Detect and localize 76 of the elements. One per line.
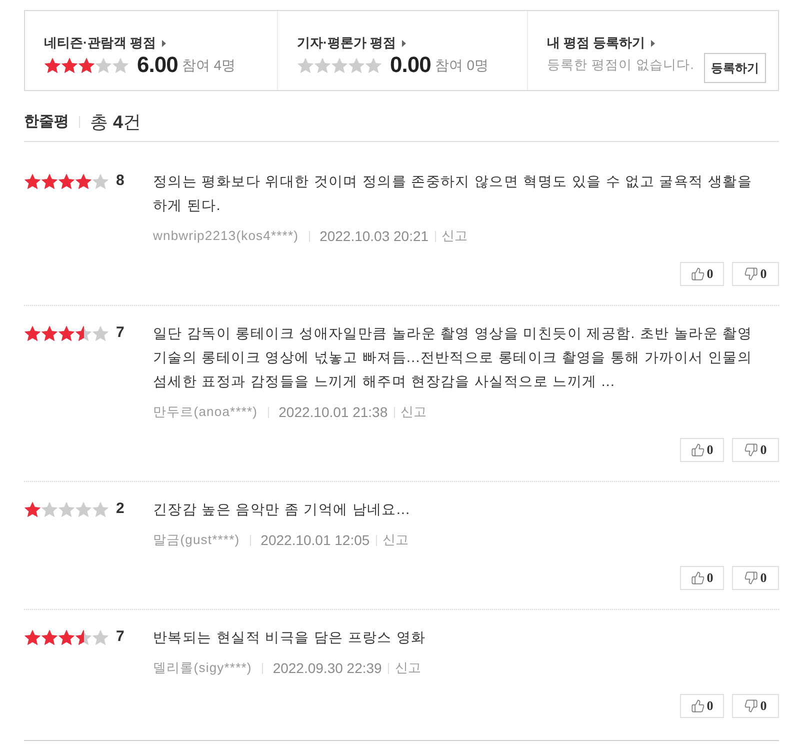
dislike-button[interactable]: 0 [732, 566, 779, 590]
review-date: 2022.09.30 22:39 [272, 658, 382, 678]
star-icon [95, 56, 112, 74]
reviewer-name: wnbwrip2213(kos4****) [153, 227, 299, 246]
review-date: 2022.10.01 21:38 [278, 402, 388, 422]
section-title[interactable]: 네티즌·관람객 평점 [44, 33, 156, 53]
rating-score: 6.00 [137, 52, 178, 78]
star-icon [92, 324, 109, 342]
like-button[interactable]: 0 [680, 694, 724, 718]
review-score: 7 [116, 626, 124, 647]
star-icon [297, 56, 314, 74]
thumbs-up-icon [690, 571, 705, 585]
star-icon [58, 500, 75, 518]
review-score: 2 [116, 498, 124, 519]
star-icon [41, 500, 58, 518]
like-button[interactable]: 0 [680, 566, 724, 590]
review-score: 7 [116, 322, 124, 343]
like-button[interactable]: 0 [680, 262, 724, 286]
star-icon [92, 172, 109, 190]
star-icon [365, 56, 382, 74]
reviewer-name: 말금(gust****) [153, 531, 240, 550]
star-icon [92, 500, 109, 518]
thumbs-up-icon [690, 443, 705, 457]
dislike-button[interactable]: 0 [732, 438, 779, 462]
star-icon [24, 628, 41, 646]
star-icon [24, 500, 41, 518]
star-icon [41, 172, 58, 190]
thumbs-down-icon [744, 267, 758, 281]
review-date: 2022.10.03 20:21 [320, 226, 429, 246]
star-icon [44, 56, 61, 74]
star-icon [348, 56, 365, 74]
caret-icon [402, 40, 406, 46]
review-text: 정의는 평화보다 위대한 것이며 정의를 존중하지 않으면 혁명도 있을 수 없고 굴욕적 생활을 하게 된다. [153, 172, 753, 215]
section-title[interactable]: 기자·평론가 평점 [297, 33, 396, 53]
star-icon [24, 324, 41, 342]
star-icon [24, 172, 41, 190]
caret-icon [651, 40, 656, 46]
section-heading: 한줄평 [24, 112, 69, 132]
star-icon [41, 324, 58, 342]
reviewer-name: 만두르(anoa****) [153, 403, 258, 422]
star-icon [75, 172, 92, 190]
review-text: 반복되는 현실적 비극을 담은 프랑스 영화 [153, 628, 427, 647]
dislike-button[interactable]: 0 [732, 262, 779, 286]
star-icon [58, 324, 75, 342]
star-icon [61, 56, 78, 74]
star-icon [92, 628, 109, 646]
star-icon [314, 56, 331, 74]
thumbs-up-icon [690, 267, 705, 281]
review-text: 일단 감독이 롱테이크 성애자일만큼 놀라운 촬영 영상을 미친듯이 제공함. 초반 놀라운 촬영 기술의 롱테이크 영상에 넋놓고 빠져듬...전반적으로 롱테이크 촬영을 통해 가까이서 인물의 섬세한 표정과 감정들을 느끼게 해주며 현장감을 사실적으로 느끼게 ... [153, 324, 753, 391]
like-button[interactable]: 0 [680, 438, 724, 462]
empty-rating-message: 등록한 평점이 없습니다. [547, 56, 694, 74]
reviewer-name: 델리롤(sigy****) [153, 659, 252, 678]
star-icon [58, 172, 75, 190]
participant-count: 참여 4명 [182, 56, 236, 74]
register-button[interactable]: 등록하기 [704, 53, 766, 83]
star-icon [75, 628, 92, 646]
rating-score: 0.00 [390, 52, 431, 78]
participant-count: 참여 0명 [434, 56, 489, 74]
thumbs-down-icon [744, 571, 758, 585]
review-count: 총 4건 [90, 110, 142, 134]
caret-icon [162, 40, 166, 46]
section-title[interactable]: 내 평점 등록하기 [547, 33, 646, 53]
star-icon [75, 324, 92, 342]
thumbs-down-icon [744, 699, 758, 713]
star-icon [112, 56, 129, 74]
star-icon [78, 56, 95, 74]
star-icon [331, 56, 348, 74]
review-text: 긴장감 높은 음악만 좀 기억에 남네요... [153, 500, 412, 519]
star-icon [75, 500, 92, 518]
star-icon [58, 628, 75, 646]
thumbs-up-icon [690, 699, 705, 713]
dislike-button[interactable]: 0 [732, 694, 779, 718]
thumbs-down-icon [744, 443, 758, 457]
review-score: 8 [116, 170, 124, 191]
star-icon [41, 628, 58, 646]
review-date: 2022.10.01 12:05 [260, 530, 370, 550]
